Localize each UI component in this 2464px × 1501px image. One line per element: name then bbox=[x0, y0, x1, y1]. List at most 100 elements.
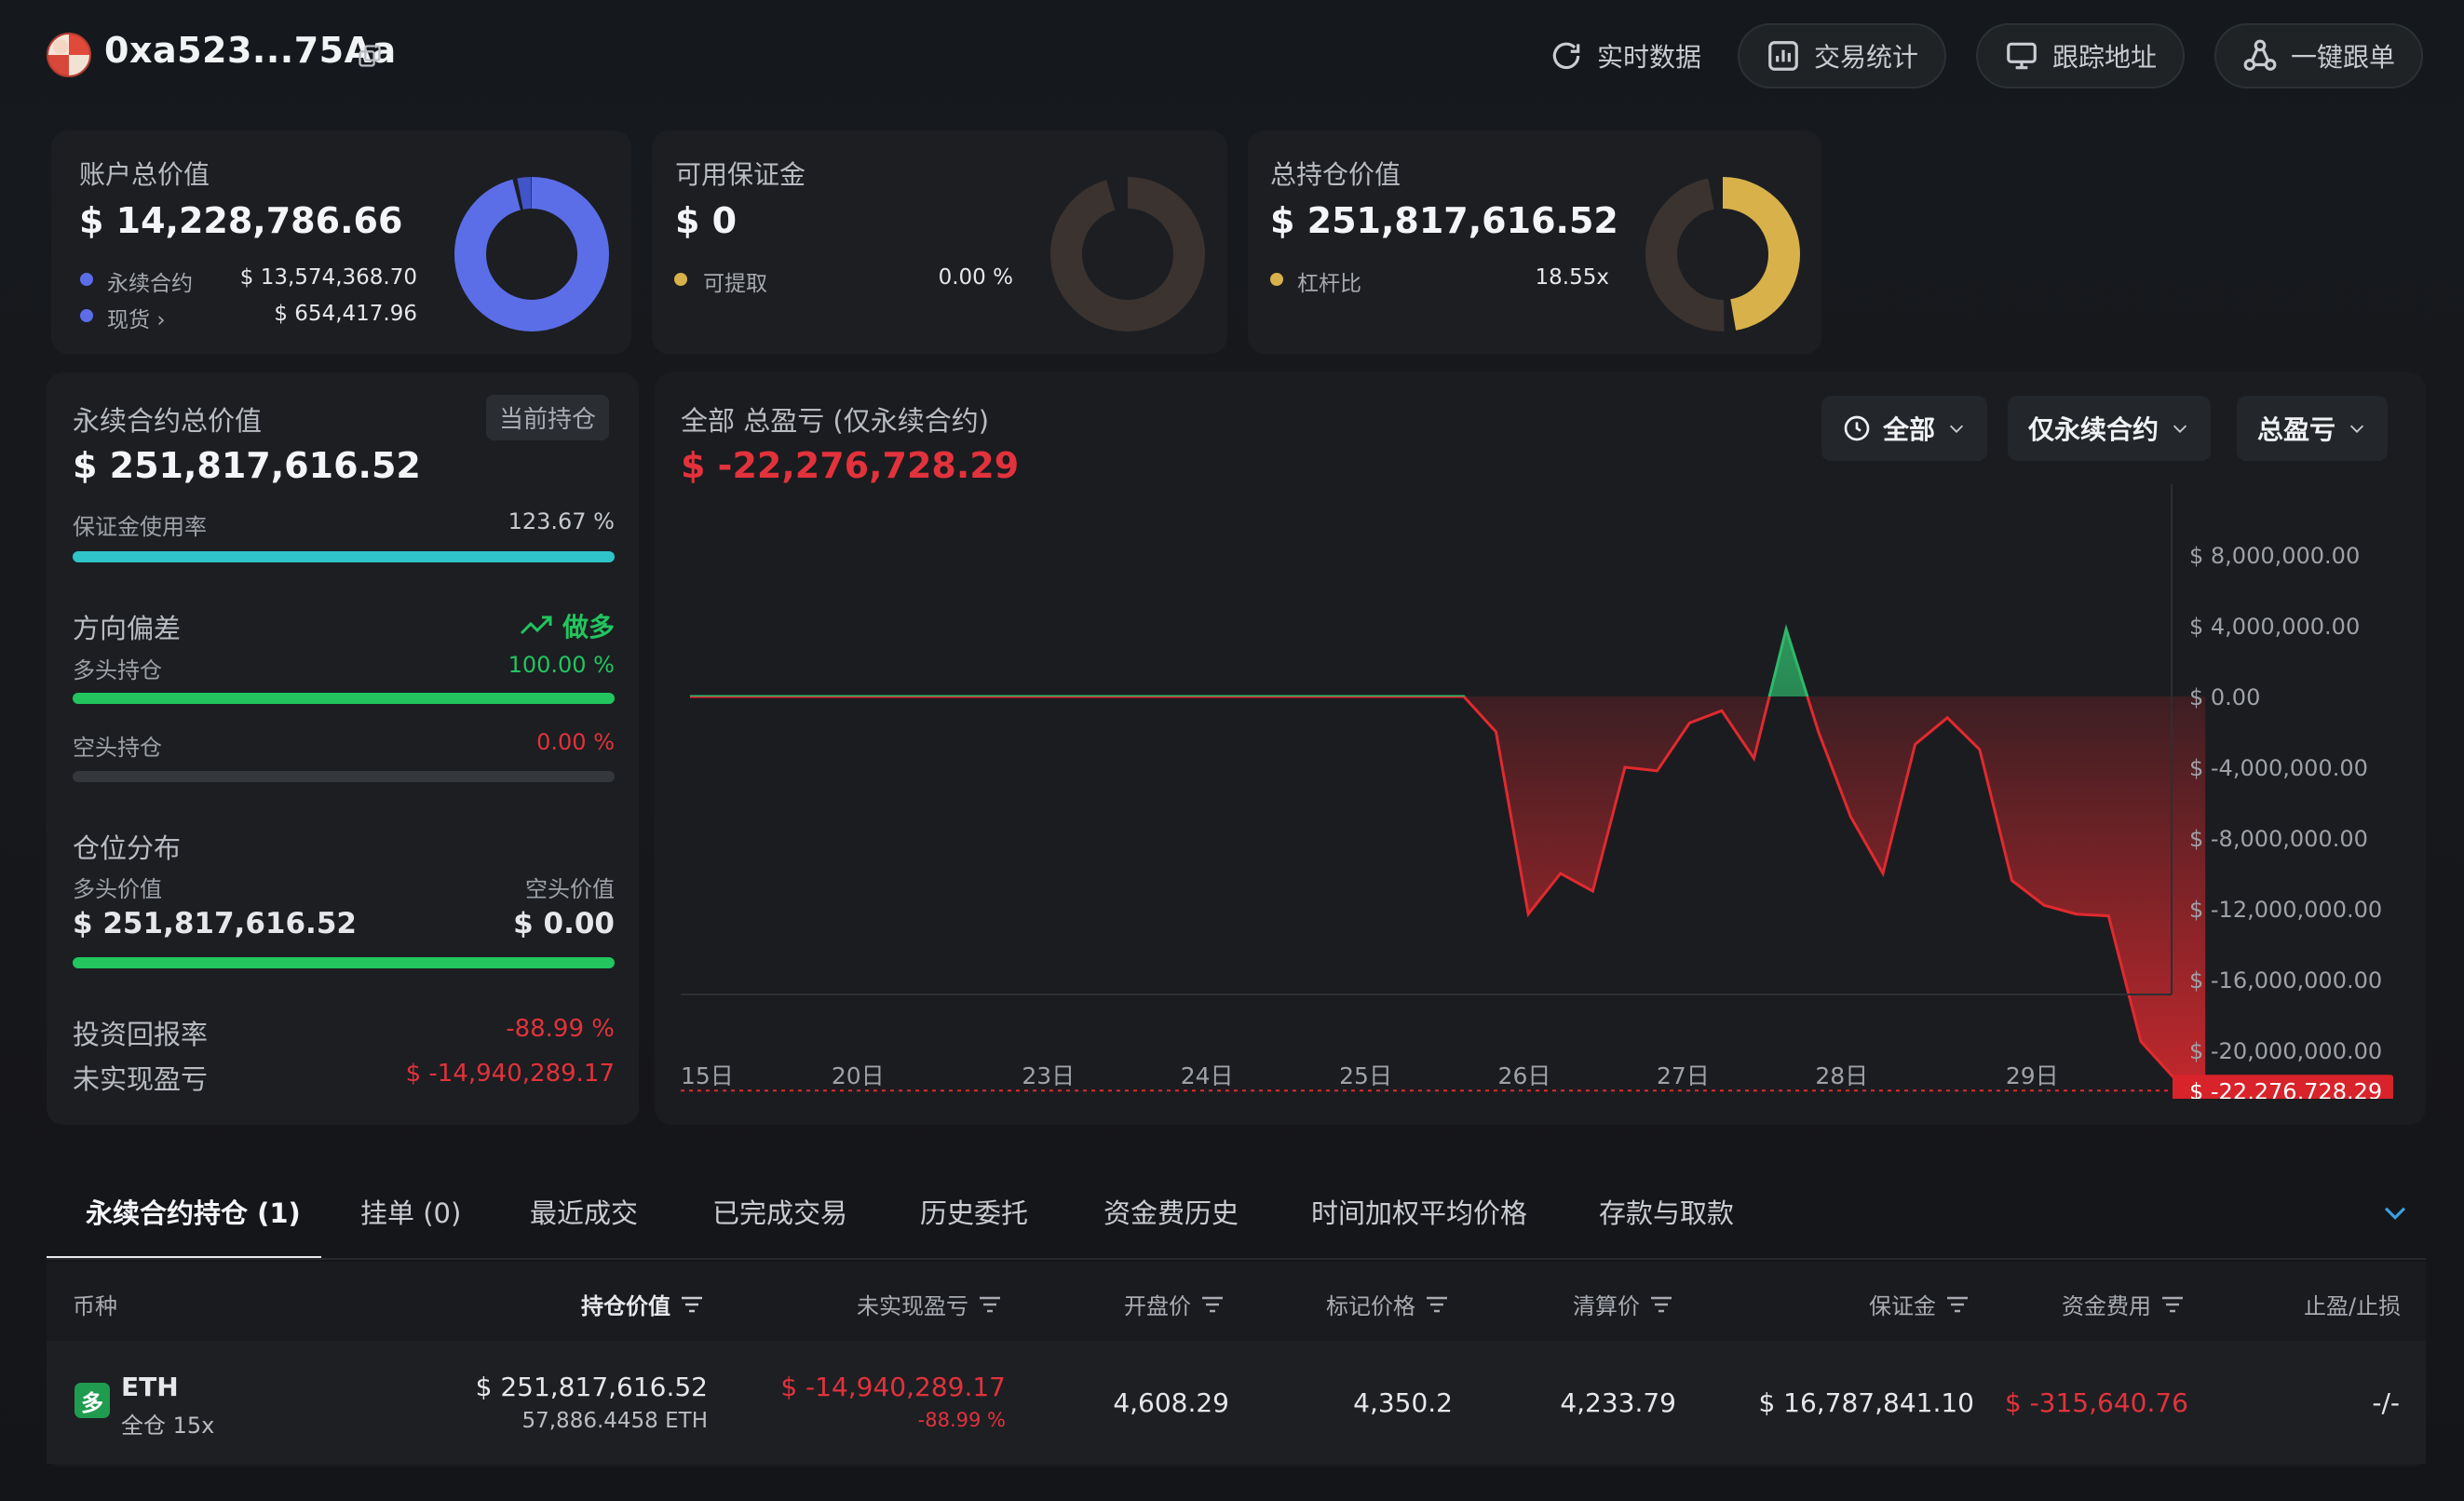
short-position-pct: 0.00 % bbox=[536, 729, 615, 755]
chevron-down-icon bbox=[2349, 425, 2364, 433]
chevron-down-icon bbox=[2173, 425, 2187, 433]
time-range-label: 全部 bbox=[1883, 414, 1936, 445]
long-value: $ 251,817,616.52 bbox=[73, 907, 357, 940]
spot-link[interactable]: 现货 › bbox=[107, 302, 166, 333]
th-liq-price[interactable]: 清算价 bbox=[1573, 1288, 1673, 1320]
perp-total-label: 永续合约总价值 bbox=[73, 405, 263, 437]
th-funding[interactable]: 资金费用 bbox=[2062, 1288, 2185, 1320]
short-value-label: 空头价值 bbox=[525, 876, 615, 902]
perp-total-value: $ 251,817,616.52 bbox=[73, 445, 421, 486]
x-tick-label: 20日 bbox=[832, 1062, 885, 1089]
x-tick-label: 28日 bbox=[1815, 1062, 1868, 1089]
copy-icon[interactable] bbox=[357, 43, 383, 69]
pnl-area-negative bbox=[690, 696, 2206, 1091]
tab-funding-history[interactable]: 资金费历史 bbox=[1103, 1192, 1239, 1231]
th-liq-price-label: 清算价 bbox=[1573, 1293, 1640, 1319]
position-value-cell: $ 251,817,616.52 bbox=[475, 1372, 708, 1402]
track-address-button[interactable]: 跟踪地址 bbox=[1976, 23, 2186, 88]
tpsl-cell[interactable]: -/- bbox=[2235, 1387, 2400, 1418]
th-entry-price[interactable]: 开盘价 bbox=[1124, 1288, 1225, 1320]
y-tick-label: $ -8,000,000.00 bbox=[2189, 826, 2368, 852]
collapse-chevron-icon[interactable] bbox=[2379, 1197, 2411, 1228]
y-tick-label: $ -20,000,000.00 bbox=[2189, 1038, 2382, 1064]
tabs-divider bbox=[47, 1258, 2426, 1260]
margin-usage-value: 123.67 % bbox=[508, 508, 615, 534]
leverage-label: 杠杆比 bbox=[1297, 272, 1361, 296]
perp-legend-dot bbox=[80, 273, 93, 286]
tab-recent-fills[interactable]: 最近成交 bbox=[530, 1192, 638, 1231]
realtime-data-button[interactable]: 实时数据 bbox=[1521, 23, 1729, 88]
x-tick-label: 26日 bbox=[1498, 1062, 1551, 1089]
filter-icon bbox=[1427, 1296, 1447, 1312]
roi-label: 投资回报率 bbox=[73, 1019, 209, 1050]
filter-icon bbox=[1202, 1296, 1223, 1312]
margin-mode: 全仓 15x bbox=[121, 1413, 215, 1439]
x-tick-label: 27日 bbox=[1657, 1062, 1710, 1089]
tab-completed-trades[interactable]: 已完成交易 bbox=[712, 1192, 847, 1231]
direction-bias-label: 方向偏差 bbox=[73, 613, 182, 644]
copy-trade-button[interactable]: 一键跟单 bbox=[2214, 23, 2424, 88]
spot-legend-dot bbox=[80, 309, 93, 322]
th-funding-label: 资金费用 bbox=[2062, 1293, 2151, 1319]
upnl-pct-cell: -88.99 % bbox=[917, 1409, 1006, 1431]
current-positions-tag[interactable]: 当前持仓 bbox=[486, 395, 610, 440]
short-bar-track bbox=[73, 771, 615, 782]
filter-icon bbox=[2162, 1296, 2183, 1312]
available-margin-label: 可用保证金 bbox=[675, 159, 806, 190]
long-position-label: 多头持仓 bbox=[73, 657, 162, 683]
th-unrealized-pnl[interactable]: 未实现盈亏 bbox=[857, 1288, 1002, 1320]
copy-trade-label: 一键跟单 bbox=[2291, 42, 2396, 73]
position-donut-chart bbox=[1645, 177, 1800, 331]
withdrawable-legend-dot bbox=[674, 273, 687, 286]
th-mark-price[interactable]: 标记价格 bbox=[1326, 1288, 1449, 1320]
pnl-type-dropdown[interactable]: 总盈亏 bbox=[2237, 396, 2389, 461]
th-position-value[interactable]: 持仓价值 bbox=[581, 1288, 704, 1320]
filter-icon bbox=[1651, 1296, 1672, 1312]
position-distribution-label: 仓位分布 bbox=[73, 832, 182, 864]
y-tick-label: $ 8,000,000.00 bbox=[2189, 543, 2360, 569]
market-type-dropdown[interactable]: 仅永续合约 bbox=[2008, 396, 2212, 461]
refresh-icon bbox=[1552, 42, 1580, 70]
leverage-value: 18.55x bbox=[1535, 265, 1609, 290]
th-position-value-label: 持仓价值 bbox=[581, 1293, 670, 1319]
coin-symbol[interactable]: ETH bbox=[121, 1372, 179, 1402]
tab-perp-positions[interactable]: 永续合约持仓 (1) bbox=[86, 1192, 301, 1231]
margin-usage-bar bbox=[73, 551, 615, 562]
x-tick-label: 15日 bbox=[681, 1062, 734, 1089]
long-side-badge: 多 bbox=[74, 1383, 110, 1418]
spot-value: $ 654,417.96 bbox=[274, 302, 417, 326]
th-mark-price-label: 标记价格 bbox=[1326, 1293, 1415, 1319]
roi-value: -88.99 % bbox=[506, 1015, 615, 1043]
th-margin[interactable]: 保证金 bbox=[1869, 1288, 1970, 1320]
share-icon bbox=[2243, 39, 2277, 71]
tab-open-orders[interactable]: 挂单 (0) bbox=[360, 1192, 461, 1231]
unrealized-pnl-value: $ -14,940,289.17 bbox=[405, 1060, 615, 1088]
margin-donut-chart bbox=[1050, 177, 1205, 331]
account-donut-chart bbox=[454, 177, 609, 331]
trade-stats-button[interactable]: 交易统计 bbox=[1738, 23, 1947, 88]
wallet-address: 0xa523...75Aa bbox=[104, 30, 397, 71]
tab-order-history[interactable]: 历史委托 bbox=[920, 1192, 1028, 1231]
margin-cell: $ 16,787,841.10 bbox=[1758, 1387, 1974, 1418]
distribution-bar bbox=[73, 957, 615, 968]
tab-twap[interactable]: 时间加权平均价格 bbox=[1311, 1192, 1527, 1231]
y-tick-label: $ 0.00 bbox=[2189, 684, 2260, 710]
liq-price-cell: 4,233.79 bbox=[1560, 1387, 1676, 1418]
position-size-cell: 57,886.4458 ETH bbox=[521, 1409, 708, 1433]
pnl-chart-value: $ -22,276,728.29 bbox=[681, 445, 1020, 486]
leverage-legend-dot bbox=[1270, 273, 1283, 286]
th-unrealized-pnl-label: 未实现盈亏 bbox=[857, 1293, 968, 1319]
x-tick-label: 29日 bbox=[2006, 1062, 2059, 1089]
th-entry-price-label: 开盘价 bbox=[1124, 1293, 1191, 1319]
perp-value: $ 13,574,368.70 bbox=[239, 265, 417, 290]
th-coin-label: 币种 bbox=[73, 1293, 117, 1319]
realtime-data-label: 实时数据 bbox=[1597, 42, 1702, 73]
market-type-label: 仅永续合约 bbox=[2028, 414, 2159, 445]
current-value-tag-label: $ -22,276,728.29 bbox=[2189, 1078, 2382, 1099]
account-value-label: 账户总价值 bbox=[79, 159, 210, 190]
time-range-dropdown[interactable]: 全部 bbox=[1821, 396, 1988, 461]
tab-deposits-withdrawals[interactable]: 存款与取款 bbox=[1599, 1192, 1734, 1231]
short-position-label: 空头持仓 bbox=[73, 735, 162, 761]
position-value-label: 总持仓价值 bbox=[1270, 159, 1401, 190]
y-tick-label: $ -12,000,000.00 bbox=[2189, 897, 2382, 923]
